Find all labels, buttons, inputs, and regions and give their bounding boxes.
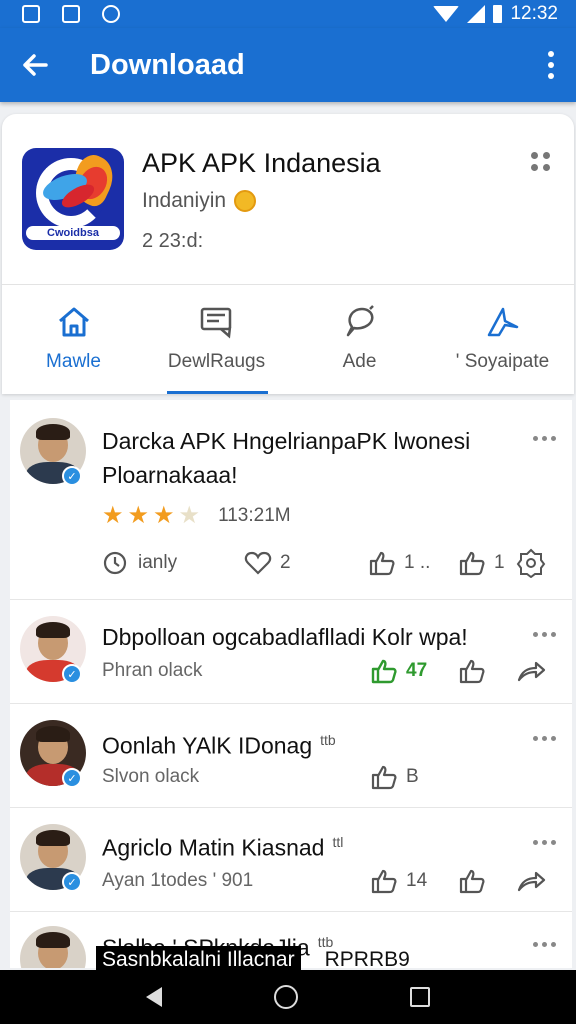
- app-icon-label: Cwoidbsa: [26, 226, 120, 240]
- verified-badge-icon: ✓: [62, 872, 82, 892]
- star-empty-icon: ★: [178, 502, 201, 529]
- battery-icon: [493, 5, 503, 23]
- tab-label: DewlRaugs: [167, 351, 266, 372]
- avatar[interactable]: [20, 926, 86, 968]
- status-time: 12:32: [510, 3, 558, 24]
- comment-feed: ✓ Darcka APK HngelrianpaPK lwonesi Ploar…: [10, 400, 572, 968]
- post-subtitle: Ayan 1todes ' 901: [102, 870, 254, 891]
- star-rating: ★ ★ ★ ★ 113:21M: [102, 504, 291, 528]
- grid-menu-icon[interactable]: [531, 152, 550, 171]
- status-bar: 12:32: [0, 0, 576, 28]
- nav-back-icon[interactable]: [146, 987, 162, 1007]
- badge-button[interactable]: [516, 548, 546, 578]
- post-tag: ttb: [320, 732, 336, 748]
- post-title: Darcka APK HngelrianpaPK lwonesi: [102, 428, 471, 454]
- thumbs-up-icon: [369, 551, 395, 576]
- plane-icon: [484, 303, 522, 341]
- post-title-continued: Ploarnakaaa!: [102, 462, 238, 488]
- app-bar: Downloaad: [0, 28, 576, 102]
- gallery-icon: [22, 5, 40, 23]
- verified-badge-icon: ✓: [62, 466, 82, 486]
- post-title: Oonlah YAlK IDonag ttb: [102, 732, 336, 759]
- app-icon[interactable]: Cwoidbsa: [22, 148, 124, 250]
- thumbs-up-button[interactable]: [458, 868, 486, 894]
- message-icon: [198, 303, 236, 341]
- caption-number: RPRRB9: [324, 948, 410, 971]
- star-icon: ★: [127, 502, 150, 529]
- more-options-icon[interactable]: [533, 436, 556, 441]
- thumbs-up-icon: [459, 869, 485, 894]
- post-title: Agriclo Matin Kiasnad ttl: [102, 834, 344, 861]
- reply-button[interactable]: ianly: [102, 550, 177, 576]
- post-time: 113:21M: [218, 505, 291, 526]
- list-item[interactable]: ✓ Oonlah YAlK IDonag ttb Slvon olack B: [10, 704, 572, 808]
- award-icon: [516, 548, 546, 578]
- post-title: Dbpolloan ogcabadlaflladi Kolr wpa!: [102, 624, 468, 650]
- nav-home-icon[interactable]: [274, 985, 298, 1009]
- tab-ade[interactable]: Ade: [288, 285, 431, 394]
- post-tag: ttl: [332, 834, 344, 850]
- list-item[interactable]: ✓ Dbpolloan ogcabadlaflladi Kolr wpa! Ph…: [10, 600, 572, 704]
- app-developer: Indaniyin: [142, 189, 257, 213]
- signal-icon: [467, 5, 486, 23]
- like-count[interactable]: 14: [370, 868, 427, 894]
- more-options-icon[interactable]: [533, 942, 556, 947]
- app-card: Cwoidbsa APK APK Indanesia Indaniyin 2 2…: [2, 114, 574, 394]
- verified-badge-icon: ✓: [62, 664, 82, 684]
- verified-badge-icon: ✓: [62, 768, 82, 788]
- nav-recents-icon[interactable]: [410, 987, 430, 1007]
- download-notification-icon: [62, 5, 80, 23]
- tab-downloads[interactable]: DewlRaugs: [145, 285, 288, 394]
- page-title: Downloaad: [90, 48, 245, 81]
- tab-label: Ade: [342, 351, 377, 372]
- back-button[interactable]: [20, 50, 50, 80]
- thumbs-up-icon: [371, 765, 397, 790]
- chat-bubble-icon: [341, 303, 379, 341]
- like-count[interactable]: B: [370, 764, 419, 790]
- developer-name: Indaniyin: [142, 189, 227, 212]
- active-tab-indicator: [167, 391, 268, 394]
- more-options-button[interactable]: [548, 51, 554, 79]
- tab-soyaipate[interactable]: ' Soyaipate: [431, 285, 574, 394]
- home-icon: [55, 303, 93, 341]
- heart-icon: [244, 551, 272, 575]
- post-subtitle: Slvon olack: [102, 766, 200, 787]
- tab-label: Mawle: [46, 351, 101, 372]
- more-options-icon[interactable]: [533, 736, 556, 741]
- more-options-icon[interactable]: [533, 840, 556, 845]
- app-name: APK APK Indanesia: [142, 148, 381, 178]
- tab-bar: Mawle DewlRaugs Ade ' Soyaipate: [2, 284, 574, 394]
- post-subtitle: Phran olack: [102, 660, 203, 681]
- share-arrow-icon: [517, 871, 546, 892]
- thumbs-up-icon: [459, 659, 485, 684]
- like-count[interactable]: 47: [370, 658, 427, 684]
- wifi-icon: [433, 6, 460, 22]
- thumbs-up-button[interactable]: [458, 658, 486, 684]
- system-nav-bar: [0, 970, 576, 1024]
- face-icon: [102, 5, 120, 23]
- star-icon: ★: [102, 502, 124, 529]
- app-size: 2 23:d:: [142, 230, 204, 252]
- share-button[interactable]: 1: [458, 550, 505, 576]
- clock-icon: [103, 551, 127, 575]
- arrow-left-icon: [23, 54, 48, 76]
- share-button[interactable]: [516, 658, 546, 684]
- list-item[interactable]: ✓ Agriclo Matin Kiasnad ttl Ayan 1todes '…: [10, 808, 572, 912]
- more-options-icon[interactable]: [533, 632, 556, 637]
- thumbs-up-button[interactable]: 1 ..: [368, 550, 430, 576]
- thumbs-up-icon: [459, 551, 485, 576]
- coin-icon: [234, 190, 257, 212]
- star-half-icon: ★: [153, 502, 175, 529]
- tab-label: ' Soyaipate: [455, 351, 550, 372]
- share-button[interactable]: [516, 868, 546, 894]
- tab-home[interactable]: Mawle: [2, 285, 145, 394]
- thumbs-up-icon: [371, 869, 397, 894]
- like-button[interactable]: 2: [244, 550, 291, 576]
- list-item[interactable]: ✓ Darcka APK HngelrianpaPK lwonesi Ploar…: [10, 400, 572, 600]
- share-arrow-icon: [517, 661, 546, 682]
- thumbs-up-icon: [371, 659, 397, 684]
